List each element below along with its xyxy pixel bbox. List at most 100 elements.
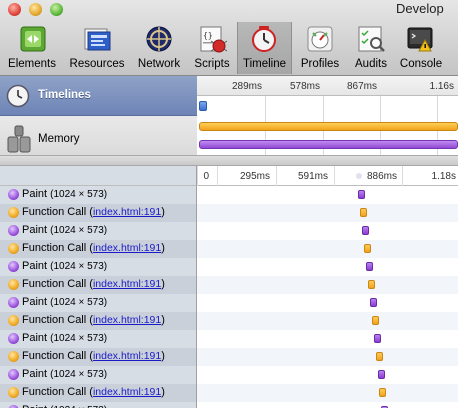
- record-row[interactable]: Function Call (index.html:191): [0, 276, 458, 294]
- source-link[interactable]: index.html:191: [93, 278, 161, 290]
- toolbar-network-label: Network: [137, 58, 181, 70]
- paint-dimensions: (1024 × 573): [50, 369, 108, 380]
- paint-record-icon: [8, 333, 19, 344]
- paint-record-bar[interactable]: [366, 262, 373, 271]
- record-type-label: Paint: [22, 224, 48, 236]
- audits-icon: [358, 26, 385, 52]
- record-bar-cell: [197, 186, 458, 204]
- source-link[interactable]: index.html:191: [93, 386, 161, 398]
- record-row[interactable]: Function Call (index.html:191): [0, 240, 458, 258]
- record-title: Paint (1024 × 573): [22, 224, 107, 236]
- paint-record-icon: [8, 189, 19, 200]
- records-tick-label: 1.18s: [431, 171, 456, 182]
- sidebar-item-timelines[interactable]: Timelines: [0, 76, 197, 116]
- record-bar-cell: [197, 366, 458, 384]
- function-call-record-bar[interactable]: [379, 388, 386, 397]
- timeline-sidebar: Timelines Memory: [0, 76, 197, 166]
- elements-icon: [20, 26, 46, 52]
- record-row[interactable]: Function Call (index.html:191): [0, 384, 458, 402]
- function-call-record-bar[interactable]: [372, 316, 379, 325]
- record-type-label: Function Call: [22, 350, 87, 362]
- paint-record-bar[interactable]: [374, 334, 381, 343]
- toolbar-timeline-button[interactable]: Timeline: [237, 22, 292, 74]
- record-row[interactable]: Paint (1024 × 573): [0, 366, 458, 384]
- record-type-label: Function Call: [22, 206, 87, 218]
- record-row[interactable]: Paint (1024 × 573): [0, 330, 458, 348]
- record-bar-cell: [197, 294, 458, 312]
- clock-icon: [6, 84, 30, 108]
- timeline-overview[interactable]: 289ms 578ms 867ms 1.16s: [197, 76, 458, 166]
- record-title: Paint (1024 × 573): [22, 332, 107, 344]
- record-label-cell: Paint (1024 × 573): [0, 402, 197, 408]
- toolbar-audits-label: Audits: [355, 58, 387, 70]
- record-type-label: Paint: [22, 368, 48, 380]
- record-row[interactable]: Paint (1024 × 573): [0, 186, 458, 204]
- record-title: Paint (1024 × 573): [22, 296, 107, 308]
- function-call-record-bar[interactable]: [364, 244, 371, 253]
- record-bar-cell: [197, 402, 458, 408]
- paint-record-bar[interactable]: [370, 298, 377, 307]
- timeline-records: 0 295ms 591ms 886ms 1.18s Paint (1024 × …: [0, 166, 458, 408]
- toolbar-elements-button[interactable]: Elements: [0, 22, 64, 74]
- record-bar-cell: [197, 348, 458, 366]
- paint-dimensions: (1024 × 573): [50, 189, 108, 200]
- overview-tick-label: 578ms: [289, 81, 320, 92]
- overview-divider[interactable]: [0, 155, 458, 166]
- paint-record-icon: [8, 261, 19, 272]
- record-label-cell: Paint (1024 × 573): [0, 258, 197, 276]
- network-icon: [146, 26, 172, 52]
- timeline-icon: [252, 26, 276, 52]
- records-ruler: 0 295ms 591ms 886ms 1.18s: [197, 166, 458, 186]
- toolbar-scripts-button[interactable]: {} Scripts: [190, 22, 234, 74]
- records-header: [0, 166, 197, 186]
- record-type-label: Paint: [22, 260, 48, 272]
- record-row[interactable]: Paint (1024 × 573): [0, 222, 458, 240]
- toolbar-audits-button[interactable]: Audits: [348, 22, 394, 74]
- record-label-cell: Function Call (index.html:191): [0, 384, 197, 402]
- zoom-window-button[interactable]: [50, 3, 63, 16]
- function-call-record-icon: [8, 279, 19, 290]
- toolbar: Develop Elements Resources Network {} Sc…: [0, 0, 458, 76]
- toolbar-resources-button[interactable]: Resources: [66, 22, 128, 74]
- minimize-window-button[interactable]: [29, 3, 42, 16]
- record-type-label: Function Call: [22, 314, 87, 326]
- close-window-button[interactable]: [8, 3, 21, 16]
- memory-weights-icon: [7, 125, 31, 153]
- toolbar-scripts-label: Scripts: [194, 58, 230, 70]
- record-bar-cell: [197, 276, 458, 294]
- source-link[interactable]: index.html:191: [93, 350, 161, 362]
- record-type-label: Paint: [22, 404, 47, 408]
- record-row[interactable]: Paint (1024 × 573): [0, 402, 458, 408]
- paint-record-bar[interactable]: [378, 370, 385, 379]
- source-link[interactable]: index.html:191: [93, 314, 161, 326]
- record-title: Function Call (index.html:191): [22, 386, 165, 398]
- paint-dimensions: (1024 × 573): [50, 261, 108, 272]
- paint-record-icon: [8, 369, 19, 380]
- paint-record-bar[interactable]: [358, 190, 365, 199]
- scripts-icon: {}: [200, 26, 227, 53]
- record-label-cell: Paint (1024 × 573): [0, 294, 197, 312]
- function-call-record-bar[interactable]: [376, 352, 383, 361]
- source-link[interactable]: index.html:191: [93, 242, 161, 254]
- record-bar-cell: [197, 330, 458, 348]
- record-row[interactable]: Paint (1024 × 573): [0, 258, 458, 276]
- function-call-record-bar[interactable]: [368, 280, 375, 289]
- function-call-record-icon: [8, 387, 19, 398]
- toolbar-profiles-button[interactable]: Profiles: [294, 22, 346, 74]
- svg-text:{}: {}: [203, 31, 213, 40]
- toolbar-console-label: Console: [399, 58, 443, 70]
- record-row[interactable]: Function Call (index.html:191): [0, 204, 458, 222]
- console-icon: [407, 27, 433, 52]
- source-link[interactable]: index.html:191: [93, 206, 161, 218]
- function-call-record-bar[interactable]: [360, 208, 367, 217]
- paint-record-icon: [8, 297, 19, 308]
- paint-dimensions: (1024 × 573): [50, 333, 108, 344]
- record-row[interactable]: Function Call (index.html:191): [0, 348, 458, 366]
- toolbar-console-button[interactable]: Console: [398, 22, 444, 74]
- record-row[interactable]: Function Call (index.html:191): [0, 312, 458, 330]
- record-label-cell: Function Call (index.html:191): [0, 204, 197, 222]
- overview-tick-label: 1.16s: [429, 81, 454, 92]
- toolbar-network-button[interactable]: Network: [132, 22, 186, 74]
- record-row[interactable]: Paint (1024 × 573): [0, 294, 458, 312]
- paint-record-bar[interactable]: [362, 226, 369, 235]
